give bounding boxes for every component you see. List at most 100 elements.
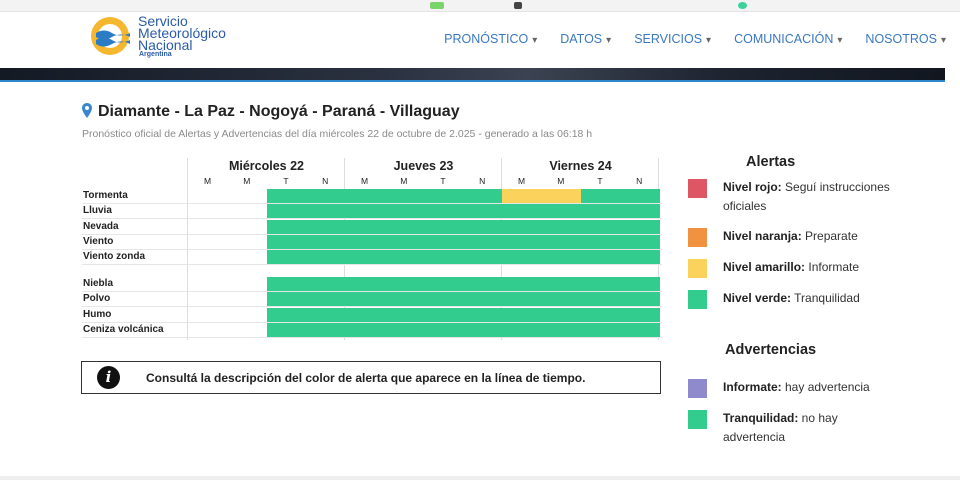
- alert-cell-verde[interactable]: [580, 189, 621, 203]
- alert-cell-verde[interactable]: [580, 277, 621, 291]
- alert-cell-verde[interactable]: [580, 250, 621, 264]
- alert-cell-verde[interactable]: [305, 277, 346, 291]
- alert-cell-verde[interactable]: [462, 292, 503, 306]
- alert-cell-verde[interactable]: [305, 323, 346, 337]
- alert-cell-verde[interactable]: [423, 308, 464, 322]
- alert-cell-verde[interactable]: [423, 250, 464, 264]
- nav-pronostico[interactable]: PRONÓSTICO ▾: [444, 32, 537, 46]
- alert-cell-verde[interactable]: [384, 204, 424, 218]
- alert-cell-verde[interactable]: [384, 189, 424, 203]
- alert-cell-verde[interactable]: [423, 189, 464, 203]
- hazard-label: Viento: [83, 236, 114, 247]
- alert-cell-verde[interactable]: [423, 292, 464, 306]
- slot-label: N: [322, 176, 329, 186]
- alert-cell-verde[interactable]: [502, 220, 542, 234]
- alert-cell-verde[interactable]: [345, 189, 385, 203]
- alert-cell-verde[interactable]: [541, 323, 581, 337]
- alert-cell-verde[interactable]: [541, 235, 581, 249]
- alert-cell-verde[interactable]: [266, 250, 307, 264]
- alert-cell-verde[interactable]: [423, 220, 464, 234]
- alert-cell-verde[interactable]: [345, 277, 385, 291]
- hazard-label: Tormenta: [83, 190, 128, 201]
- alert-cell-verde[interactable]: [619, 220, 660, 234]
- alert-cell-verde[interactable]: [619, 204, 660, 218]
- alert-cell-verde[interactable]: [502, 204, 542, 218]
- alert-cell-verde[interactable]: [345, 323, 385, 337]
- alert-cell-verde[interactable]: [384, 235, 424, 249]
- alert-cell-verde[interactable]: [345, 292, 385, 306]
- alert-cell-verde[interactable]: [305, 189, 346, 203]
- alert-cell-verde[interactable]: [305, 292, 346, 306]
- alert-cell-verde[interactable]: [619, 308, 660, 322]
- alert-cell-verde[interactable]: [462, 323, 503, 337]
- alert-cell-verde[interactable]: [502, 277, 542, 291]
- alert-cell-verde[interactable]: [502, 308, 542, 322]
- alert-cell-verde[interactable]: [541, 250, 581, 264]
- alert-cell-amarillo[interactable]: [541, 189, 581, 203]
- alert-cell-verde[interactable]: [345, 250, 385, 264]
- alert-cell-verde[interactable]: [266, 323, 307, 337]
- alert-cell-verde[interactable]: [266, 220, 307, 234]
- alert-cell-verde[interactable]: [541, 220, 581, 234]
- alert-cell-verde[interactable]: [541, 292, 581, 306]
- alert-cell-verde[interactable]: [345, 204, 385, 218]
- alert-cell-verde[interactable]: [462, 220, 503, 234]
- alert-cell-verde[interactable]: [423, 204, 464, 218]
- alert-cell-verde[interactable]: [345, 235, 385, 249]
- alert-cell-verde[interactable]: [619, 250, 660, 264]
- alert-cell-verde[interactable]: [305, 308, 346, 322]
- alert-cell-verde[interactable]: [541, 204, 581, 218]
- alert-cell-verde[interactable]: [266, 308, 307, 322]
- nav-servicios[interactable]: SERVICIOS ▾: [634, 32, 711, 46]
- alert-cell-verde[interactable]: [384, 277, 424, 291]
- nav-datos[interactable]: DATOS ▾: [560, 32, 611, 46]
- nav-nosotros[interactable]: NOSOTROS ▾: [865, 32, 946, 46]
- nav-comunicacion[interactable]: COMUNICACIÓN ▾: [734, 32, 842, 46]
- alert-cell-verde[interactable]: [580, 204, 621, 218]
- alert-cell-verde[interactable]: [266, 292, 307, 306]
- alert-cell-verde[interactable]: [305, 235, 346, 249]
- alert-cell-verde[interactable]: [580, 235, 621, 249]
- alert-cell-verde[interactable]: [502, 323, 542, 337]
- tab-indicator-green: [430, 2, 444, 9]
- alert-cell-verde[interactable]: [580, 323, 621, 337]
- alert-cell-verde[interactable]: [580, 308, 621, 322]
- alert-cell-verde[interactable]: [580, 220, 621, 234]
- alert-cell-verde[interactable]: [502, 250, 542, 264]
- alert-cell-verde[interactable]: [462, 204, 503, 218]
- alert-cell-verde[interactable]: [462, 189, 503, 203]
- alert-cell-verde[interactable]: [384, 308, 424, 322]
- alert-cell-verde[interactable]: [541, 277, 581, 291]
- alert-cell-verde[interactable]: [384, 250, 424, 264]
- alert-cell-verde[interactable]: [384, 323, 424, 337]
- alert-cell-verde[interactable]: [305, 220, 346, 234]
- alert-cell-verde[interactable]: [462, 308, 503, 322]
- alert-cell-verde[interactable]: [619, 323, 660, 337]
- alert-cell-verde[interactable]: [266, 277, 307, 291]
- alert-cell-verde[interactable]: [462, 277, 503, 291]
- alert-cell-verde[interactable]: [384, 220, 424, 234]
- alert-cell-verde[interactable]: [305, 204, 346, 218]
- alert-cell-verde[interactable]: [462, 250, 503, 264]
- smn-logo[interactable]: Servicio Meteorológico Nacional Argentin…: [88, 14, 238, 60]
- alert-cell-verde[interactable]: [266, 189, 307, 203]
- alert-cell-verde[interactable]: [266, 204, 307, 218]
- alert-cell-verde[interactable]: [619, 235, 660, 249]
- alert-cell-verde[interactable]: [619, 292, 660, 306]
- alert-cell-amarillo[interactable]: [502, 189, 542, 203]
- alert-cell-verde[interactable]: [580, 292, 621, 306]
- alert-cell-verde[interactable]: [266, 235, 307, 249]
- alert-cell-verde[interactable]: [423, 323, 464, 337]
- alert-cell-verde[interactable]: [502, 292, 542, 306]
- alert-cell-verde[interactable]: [462, 235, 503, 249]
- alert-cell-verde[interactable]: [305, 250, 346, 264]
- alert-cell-verde[interactable]: [345, 220, 385, 234]
- alert-cell-verde[interactable]: [423, 277, 464, 291]
- alert-cell-verde[interactable]: [384, 292, 424, 306]
- alert-cell-verde[interactable]: [502, 235, 542, 249]
- alert-cell-verde[interactable]: [619, 189, 660, 203]
- alert-cell-verde[interactable]: [423, 235, 464, 249]
- alert-cell-verde[interactable]: [541, 308, 581, 322]
- alert-cell-verde[interactable]: [345, 308, 385, 322]
- alert-cell-verde[interactable]: [619, 277, 660, 291]
